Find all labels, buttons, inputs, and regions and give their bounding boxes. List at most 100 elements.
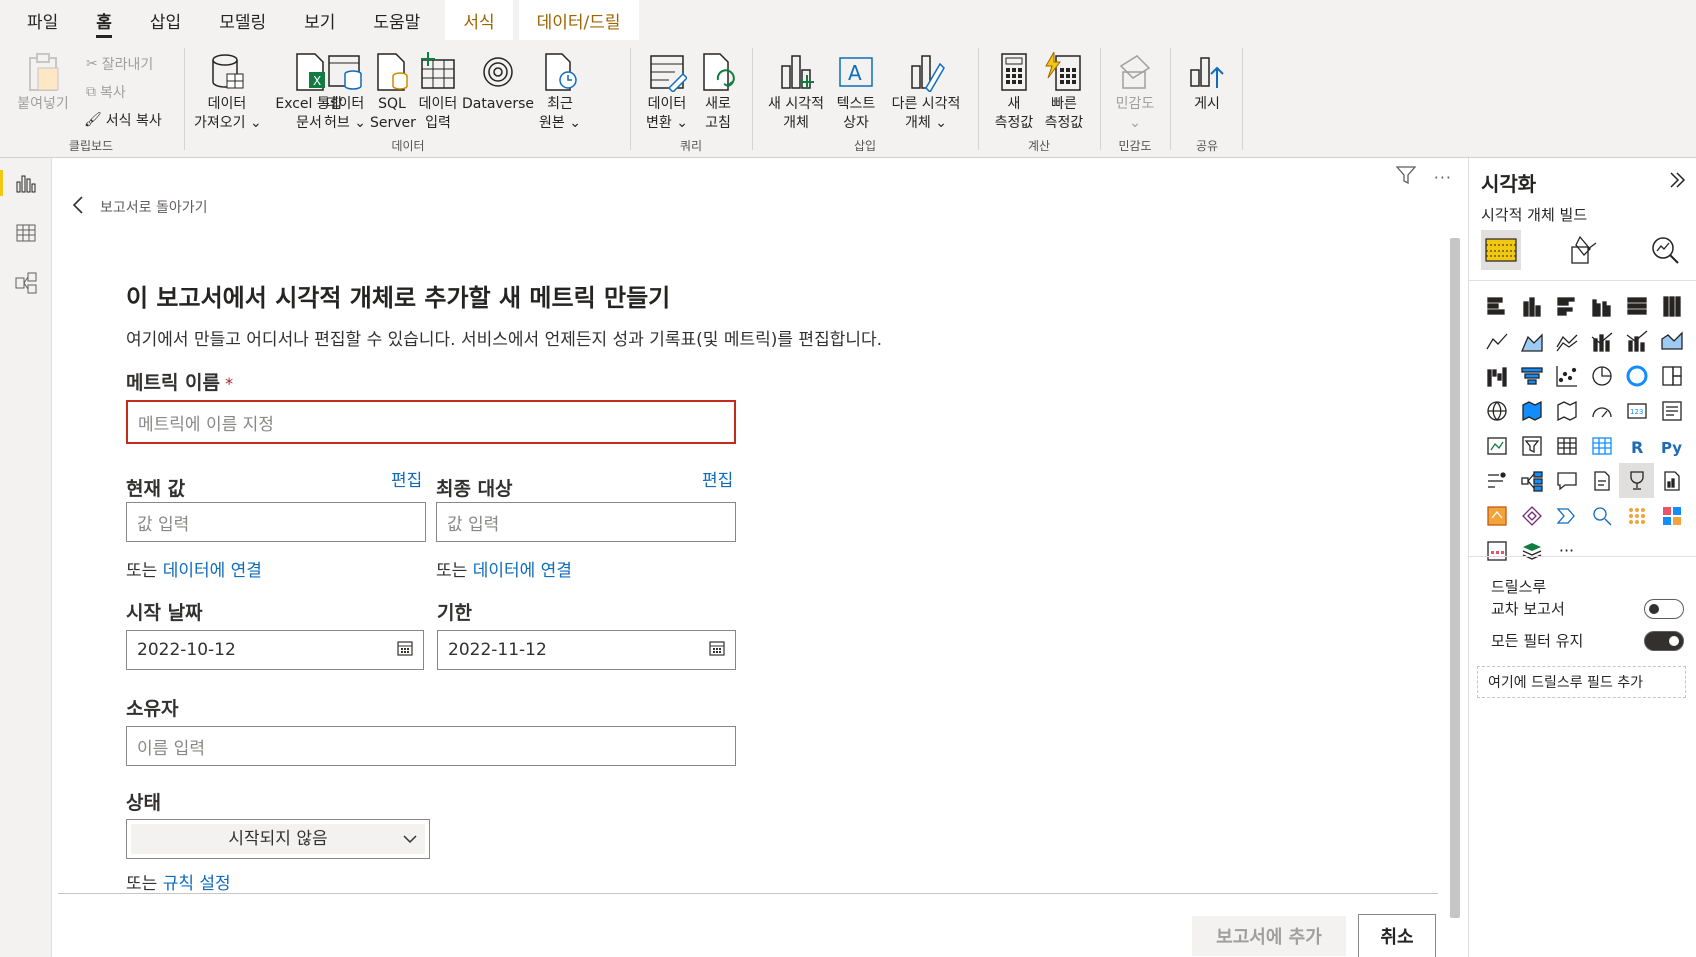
build-visual-tab[interactable] [1481,230,1521,270]
multi-row-card-icon[interactable] [1654,393,1689,428]
kpi-icon[interactable] [1479,428,1514,463]
tab-format[interactable]: 서식 [445,0,513,40]
owner-input[interactable]: 이름 입력 [126,726,736,766]
gauge-icon[interactable] [1584,393,1619,428]
waterfall-chart-icon[interactable] [1479,358,1514,393]
stacked-column-chart-icon[interactable] [1514,288,1549,323]
set-rules-link[interactable]: 규칙 설정 [163,874,231,894]
back-to-report-link[interactable]: 보고서로 돌아가기 [72,196,208,218]
dataverse-button[interactable]: Dataverse [462,50,534,114]
connect-data-link[interactable]: 데이터에 연결 [473,561,572,581]
connect-data-link[interactable]: 데이터에 연결 [163,561,262,581]
r-visual-icon[interactable]: R [1619,428,1654,463]
area-chart-icon[interactable] [1514,323,1549,358]
tab-view[interactable]: 보기 [285,0,354,40]
cut-button[interactable]: ✂ 잘라내기 [86,54,153,74]
power-apps-icon[interactable] [1479,498,1514,533]
refresh-button[interactable]: 새로 고침 [696,50,740,133]
final-target-input[interactable]: 값 입력 [436,502,736,542]
tab-insert[interactable]: 삽입 [131,0,200,40]
table-visual-icon[interactable] [1549,428,1584,463]
donut-chart-icon[interactable] [1619,358,1654,393]
filter-icon[interactable] [1395,166,1417,188]
status-dropdown[interactable]: 시작되지 않음 [126,819,430,859]
recent-sources-button[interactable]: 최근 원본 ⌄ [538,50,582,133]
line-stacked-column-icon[interactable] [1619,323,1654,358]
filled-map-icon[interactable] [1514,393,1549,428]
text-box-button[interactable]: A 텍스트 상자 [832,50,880,133]
smart-narrative-icon[interactable] [1584,463,1619,498]
line-chart-icon[interactable] [1479,323,1514,358]
tab-data-drill[interactable]: 데이터/드릴 [518,0,639,40]
calendar-icon[interactable] [397,640,413,661]
due-date-input[interactable]: 2022-11-12 [437,630,736,670]
get-data-button[interactable]: 데이터 가져오기 ⌄ [194,50,262,133]
tiles-icon[interactable] [1654,498,1689,533]
python-visual-icon[interactable]: Py [1654,428,1689,463]
sensitivity-button[interactable]: 민감도 ⌄ [1110,50,1160,133]
collapse-pane-icon[interactable] [1668,170,1686,194]
model-view-button[interactable] [0,258,52,308]
arrows-icon[interactable] [1549,498,1584,533]
publish-button[interactable]: 게시 [1182,50,1232,114]
shape-map-icon[interactable] [1549,393,1584,428]
tab-home[interactable]: 홈 [77,0,131,40]
treemap-icon[interactable] [1654,358,1689,393]
stacked-bar-chart-icon[interactable] [1479,288,1514,323]
data-view-button[interactable] [0,208,52,258]
paste-button[interactable]: 붙여넣기 [8,50,78,114]
add-to-report-button[interactable]: 보고서에 추가 [1192,916,1346,956]
keep-filters-toggle[interactable] [1644,630,1684,651]
dot-grid-icon[interactable] [1619,498,1654,533]
tab-help[interactable]: 도움말 [354,0,439,40]
metric-name-input[interactable]: 메트릭에 이름 지정 [126,400,736,444]
100-column-chart-icon[interactable] [1654,288,1689,323]
canvas-scrollbar[interactable] [1450,238,1460,918]
ribbon-chart-icon[interactable] [1654,323,1689,358]
start-date-input[interactable]: 2022-10-12 [126,630,424,670]
decomposition-tree-icon[interactable] [1514,463,1549,498]
tab-file[interactable]: 파일 [8,0,77,40]
cancel-button[interactable]: 취소 [1358,914,1436,957]
format-painter-button[interactable]: 🖌 서식 복사 [84,110,162,130]
metrics-icon[interactable] [1619,463,1654,498]
data-hub-button[interactable]: 데이터 허브 ⌄ [322,50,368,133]
stacked-area-chart-icon[interactable] [1549,323,1584,358]
slicer-icon[interactable] [1514,428,1549,463]
new-visual-button[interactable]: 새 시각적 개체 [764,50,828,133]
more-visuals-ellipsis[interactable]: ··· [1549,533,1584,568]
tab-modeling[interactable]: 모델링 [200,0,285,40]
funnel-chart-icon[interactable] [1514,358,1549,393]
report-view-button[interactable] [0,158,52,208]
pie-chart-icon[interactable] [1584,358,1619,393]
sql-server-button[interactable]: SQL Server [370,50,416,133]
custom-visual-icon[interactable] [1479,533,1514,568]
cross-report-toggle[interactable] [1644,598,1684,619]
format-visual-tab[interactable] [1563,230,1603,270]
paginated-report-icon[interactable] [1654,463,1689,498]
final-target-edit-link[interactable]: 편집 [702,466,733,491]
key-influencers-icon[interactable] [1479,463,1514,498]
more-options-icon[interactable]: ··· [1434,168,1452,187]
quick-measure-button[interactable]: 빠른 측정값 [1040,50,1088,133]
qa-icon[interactable] [1549,463,1584,498]
transform-data-button[interactable]: 데이터 변환 ⌄ [642,50,692,133]
new-measure-button[interactable]: 새 측정값 [990,50,1038,133]
calendar-icon[interactable] [709,640,725,661]
clustered-bar-chart-icon[interactable] [1549,288,1584,323]
clustered-column-chart-icon[interactable] [1584,288,1619,323]
copy-button[interactable]: ⧉ 복사 [86,82,126,102]
matrix-icon[interactable] [1584,428,1619,463]
enter-data-button[interactable]: 데이터 입력 [416,50,460,133]
search-visual-icon[interactable] [1584,498,1619,533]
stacked-layers-icon[interactable] [1514,533,1549,568]
power-automate-icon[interactable] [1514,498,1549,533]
card-icon[interactable]: 123 [1619,393,1654,428]
line-column-chart-icon[interactable] [1584,323,1619,358]
more-visuals-button[interactable]: 다른 시각적 개체 ⌄ [884,50,968,133]
scatter-chart-icon[interactable] [1549,358,1584,393]
analytics-tab[interactable] [1645,230,1685,270]
drillthrough-drop-field[interactable]: 여기에 드릴스루 필드 추가 [1477,666,1686,698]
current-value-edit-link[interactable]: 편집 [391,466,422,491]
map-icon[interactable] [1479,393,1514,428]
